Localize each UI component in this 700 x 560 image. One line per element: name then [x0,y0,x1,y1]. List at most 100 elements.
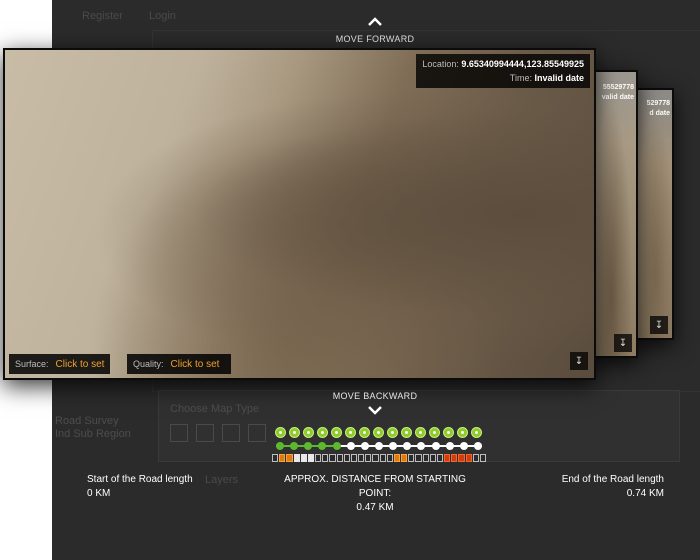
condition-segment[interactable] [300,454,307,462]
chevron-up-icon[interactable] [367,17,383,27]
condition-segment[interactable] [465,454,472,462]
road-photo-current: Location: 9.65340994444,123.85549925 Tim… [3,48,596,380]
position-dot[interactable] [403,442,412,450]
position-dot[interactable] [318,442,327,450]
condition-segment[interactable] [307,454,315,462]
condition-segment-row [272,454,487,462]
position-dot[interactable] [431,442,440,450]
photo-marker-icon[interactable] [345,427,356,438]
map-type-option[interactable] [170,424,188,442]
photo-image [5,50,594,378]
photo-time-fragment: d date [649,110,670,117]
condition-segment[interactable] [293,454,300,462]
position-dot[interactable] [459,442,468,450]
photo-metadata: Location: 9.65340994444,123.85549925 Tim… [416,54,590,88]
condition-segment[interactable] [401,454,408,462]
photo-marker-icon[interactable] [457,427,468,438]
surface-set-link[interactable]: Click to set [56,359,105,370]
map-type-option[interactable] [248,424,266,442]
condition-segment[interactable] [386,454,393,462]
condition-segment[interactable] [365,454,372,462]
position-dot[interactable] [304,442,313,450]
road-end-value: 0.74 KM [626,488,664,499]
condition-segment[interactable] [272,454,279,462]
condition-segment[interactable] [458,454,465,462]
position-track[interactable] [272,441,486,451]
condition-segment[interactable] [372,454,379,462]
condition-segment[interactable] [451,454,458,462]
road-position-slider[interactable] [272,427,487,462]
condition-segment[interactable] [336,454,343,462]
photo-marker-icon[interactable] [373,427,384,438]
photo-marker-icon[interactable] [401,427,412,438]
map-type-option[interactable] [222,424,240,442]
photo-marker-icon[interactable] [429,427,440,438]
road-start-value: 0 KM [87,488,111,499]
position-dot[interactable] [375,442,383,450]
move-forward-button[interactable]: MOVE FORWARD [0,34,700,44]
condition-segment[interactable] [393,454,401,462]
quality-setter: Quality: Click to set [127,354,232,374]
time-label: Time: [509,73,532,83]
road-end: End of the Road length 0.74 KM [562,473,664,501]
condition-segment[interactable] [479,454,487,462]
quality-label: Quality: [133,359,164,369]
photo-marker-icon[interactable] [331,427,342,438]
condition-segment[interactable] [379,454,386,462]
distance-value: 0.47 KM [356,502,394,513]
download-icon[interactable]: ↧ [570,352,588,370]
login-link[interactable]: Login [149,10,176,22]
photo-marker-icon[interactable] [317,427,328,438]
photo-marker-icon[interactable] [415,427,426,438]
condition-segment[interactable] [415,454,422,462]
condition-segment[interactable] [350,454,358,462]
position-dot[interactable] [332,442,341,450]
condition-segment[interactable] [429,454,436,462]
position-dot[interactable] [276,442,284,450]
condition-segment[interactable] [444,454,451,462]
position-dot[interactable] [417,442,426,450]
download-icon[interactable]: ↧ [650,316,668,334]
photo-marker-icon[interactable] [471,427,482,438]
distance-label: APPROX. DISTANCE FROM STARTING POINT: [284,474,466,499]
position-dot[interactable] [445,442,454,450]
photo-marker-icon[interactable] [359,427,370,438]
photo-marker-icon[interactable] [289,427,300,438]
condition-segment[interactable] [436,454,444,462]
condition-segment[interactable] [315,454,322,462]
download-icon[interactable]: ↧ [614,334,632,352]
condition-segment[interactable] [358,454,365,462]
photo-marker-icon[interactable] [387,427,398,438]
position-dot[interactable] [290,442,299,450]
condition-segment[interactable] [286,454,293,462]
time-value: Invalid date [534,73,584,83]
photo-marker-icon[interactable] [443,427,454,438]
condition-segment[interactable] [408,454,415,462]
move-backward-button[interactable]: MOVE BACKWARD [0,391,700,401]
photo-marker-row [275,427,486,438]
surface-label: Surface: [15,359,49,369]
position-dot[interactable] [474,442,482,450]
condition-segment[interactable] [329,454,336,462]
road-start: Start of the Road length 0 KM [87,473,193,501]
position-dot[interactable] [389,442,398,450]
condition-segment[interactable] [279,454,286,462]
map-type-options [170,424,266,442]
road-end-label: End of the Road length [561,474,664,485]
map-type-option[interactable] [196,424,214,442]
photo-image [632,90,672,338]
condition-segment[interactable] [422,454,429,462]
condition-segment[interactable] [322,454,329,462]
condition-segment[interactable] [343,454,350,462]
quality-set-link[interactable]: Click to set [171,359,220,370]
condition-segment[interactable] [472,454,479,462]
chevron-down-icon[interactable] [367,405,383,415]
road-distance: APPROX. DISTANCE FROM STARTING POINT: 0.… [275,473,475,515]
position-dot[interactable] [346,442,355,450]
photo-coord-fragment: 55529778 [602,84,634,91]
photo-marker-icon[interactable] [303,427,314,438]
position-dot[interactable] [360,442,369,450]
photo-marker-icon[interactable] [275,427,286,438]
photo-time-fragment: valid date [601,94,634,101]
register-link[interactable]: Register [82,10,123,22]
